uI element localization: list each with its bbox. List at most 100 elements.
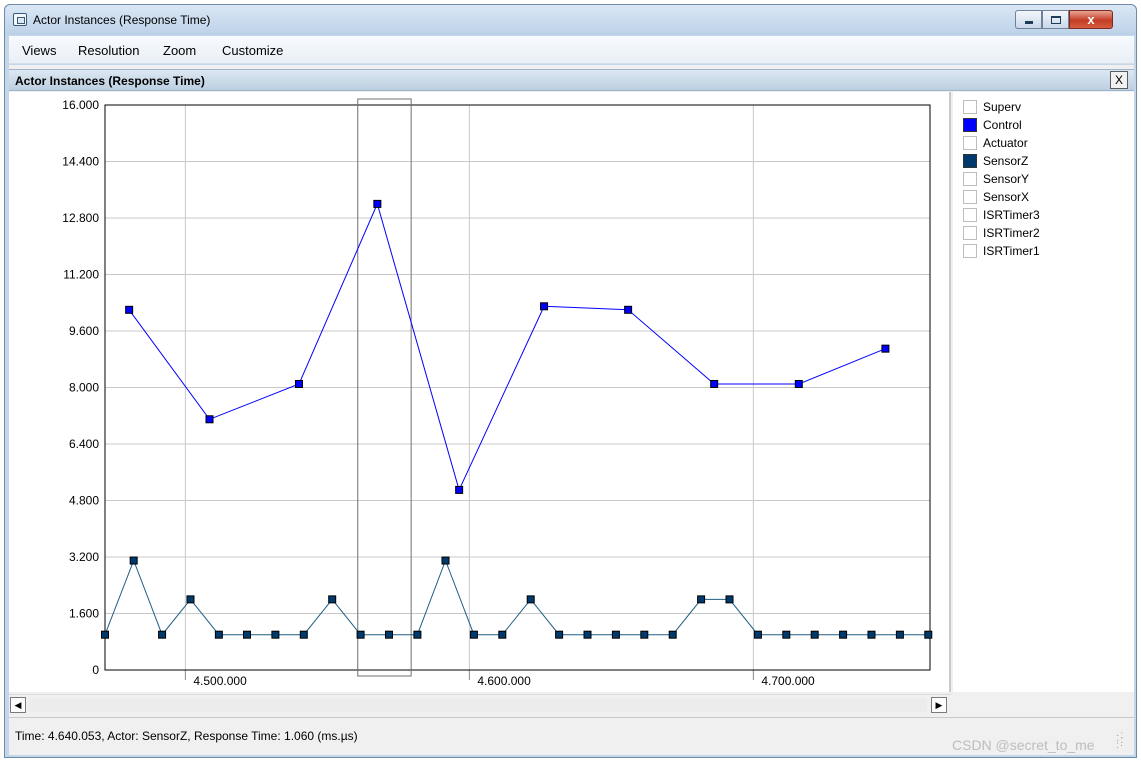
menu-zoom[interactable]: Zoom: [163, 43, 196, 58]
data-point-sensorz: [640, 630, 649, 639]
data-point-sensorz: [413, 630, 422, 639]
x-tick-label: 4.500.000: [193, 674, 247, 688]
status-text: Time: 4.640.053, Actor: SensorZ, Respons…: [15, 729, 358, 743]
data-point-sensorz: [129, 556, 138, 565]
data-point-sensorz: [611, 630, 620, 639]
legend-swatch[interactable]: [963, 244, 977, 258]
close-icon: x: [1087, 12, 1095, 27]
panel-header: Actor Instances (Response Time) X: [9, 69, 1134, 91]
maximize-button[interactable]: [1042, 10, 1069, 29]
y-tick-label: 4.800: [69, 494, 99, 508]
minimize-button[interactable]: [1015, 10, 1042, 29]
maximize-icon: [1051, 16, 1061, 24]
data-point-control: [794, 379, 803, 388]
data-point-sensorz: [242, 630, 251, 639]
data-point-control: [125, 305, 134, 314]
legend-swatch[interactable]: [963, 118, 977, 132]
legend-swatch[interactable]: [963, 100, 977, 114]
data-point-control: [373, 199, 382, 208]
y-tick-label: 1.600: [69, 607, 99, 621]
legend-panel: Superv Control Actuator SensorZ SensorY Senso…: [953, 92, 1134, 692]
legend-swatch[interactable]: [963, 226, 977, 240]
window-title: Actor Instances (Response Time): [33, 13, 211, 27]
legend-label: SensorZ: [983, 154, 1029, 168]
legend-label: SensorX: [983, 190, 1030, 204]
data-point-control: [205, 415, 214, 424]
data-point-control: [294, 379, 303, 388]
menu-views[interactable]: Views: [22, 43, 56, 58]
data-point-sensorz: [498, 630, 507, 639]
legend-label: ISRTimer3: [983, 208, 1040, 222]
data-point-sensorz: [158, 630, 167, 639]
y-tick-label: 14.400: [62, 155, 99, 169]
panel-title: Actor Instances (Response Time): [15, 74, 205, 88]
legend-label: Control: [983, 118, 1022, 132]
y-tick-label: 6.400: [69, 437, 99, 451]
resize-grip-icon[interactable]: ·: ·::·: [1116, 731, 1128, 751]
scroll-left-arrow-icon[interactable]: ◀: [10, 697, 26, 713]
close-window-button[interactable]: x: [1069, 10, 1113, 29]
scroll-right-arrow-icon[interactable]: ▶: [931, 697, 947, 713]
y-tick-label: 3.200: [69, 550, 99, 564]
data-point-sensorz: [725, 595, 734, 604]
data-point-control: [710, 379, 719, 388]
data-point-sensorz: [782, 630, 791, 639]
data-point-sensorz: [384, 630, 393, 639]
data-point-sensorz: [895, 630, 904, 639]
legend-label: Superv: [983, 100, 1022, 114]
data-point-sensorz: [753, 630, 762, 639]
minimize-icon: [1025, 21, 1033, 24]
scroll-track[interactable]: [29, 698, 927, 712]
legend-label: SensorY: [983, 172, 1030, 186]
data-point-control: [540, 302, 549, 311]
data-point-sensorz: [469, 630, 478, 639]
data-point-sensorz: [839, 630, 848, 639]
data-point-sensorz: [328, 595, 337, 604]
data-point-sensorz: [186, 595, 195, 604]
legend-swatch[interactable]: [963, 190, 977, 204]
y-tick-label: 11.200: [63, 268, 99, 282]
legend-label: Actuator: [983, 136, 1028, 150]
y-tick-label: 12.800: [62, 211, 99, 225]
data-point-sensorz: [583, 630, 592, 639]
response-time-chart[interactable]: 0 1.600 3.200 4.800 6.400 8.000 9.600 11.200 12.…: [9, 92, 951, 692]
legend-swatch[interactable]: [963, 154, 977, 168]
window-icon: [13, 13, 27, 26]
data-point-sensorz: [214, 630, 223, 639]
legend-swatch[interactable]: [963, 136, 977, 150]
data-point-sensorz: [299, 630, 308, 639]
app-window: Actor Instances (Response Time) x Views …: [4, 4, 1137, 758]
data-point-sensorz: [356, 630, 365, 639]
menu-customize[interactable]: Customize: [222, 43, 283, 58]
y-tick-label: 0: [92, 663, 99, 677]
legend-label: ISRTimer1: [983, 244, 1040, 258]
data-point-sensorz: [526, 595, 535, 604]
data-point-control: [881, 344, 890, 353]
data-point-sensorz: [441, 556, 450, 565]
y-tick-label: 9.600: [69, 324, 99, 338]
title-bar[interactable]: Actor Instances (Response Time) x: [5, 5, 1136, 35]
data-point-sensorz: [697, 595, 706, 604]
data-point-sensorz: [867, 630, 876, 639]
legend-label: ISRTimer2: [983, 226, 1040, 240]
client-area: Actor Instances (Response Time) X 0 1.600…: [9, 65, 1134, 755]
data-point-sensorz: [924, 630, 933, 639]
data-point-sensorz: [271, 630, 280, 639]
x-tick-label: 4.700.000: [761, 674, 815, 688]
y-tick-label: 16.000: [62, 98, 99, 112]
data-point-sensorz: [555, 630, 564, 639]
horizontal-scrollbar[interactable]: ◀ ▶: [9, 694, 951, 714]
data-point-control: [455, 485, 464, 494]
chart-area[interactable]: 0 1.600 3.200 4.800 6.400 8.000 9.600 11.200 12.…: [9, 92, 951, 692]
y-tick-label: 8.000: [69, 381, 99, 395]
x-tick-label: 4.600.000: [477, 674, 531, 688]
menu-resolution[interactable]: Resolution: [78, 43, 139, 58]
data-point-control: [624, 305, 633, 314]
data-point-sensorz: [668, 630, 677, 639]
panel-close-button[interactable]: X: [1110, 71, 1128, 89]
watermark: CSDN @secret_to_me: [952, 737, 1095, 753]
legend-swatch[interactable]: [963, 172, 977, 186]
menu-bar: Views Resolution Zoom Customize: [9, 36, 1134, 64]
legend-swatch[interactable]: [963, 208, 977, 222]
data-point-sensorz: [101, 630, 109, 639]
